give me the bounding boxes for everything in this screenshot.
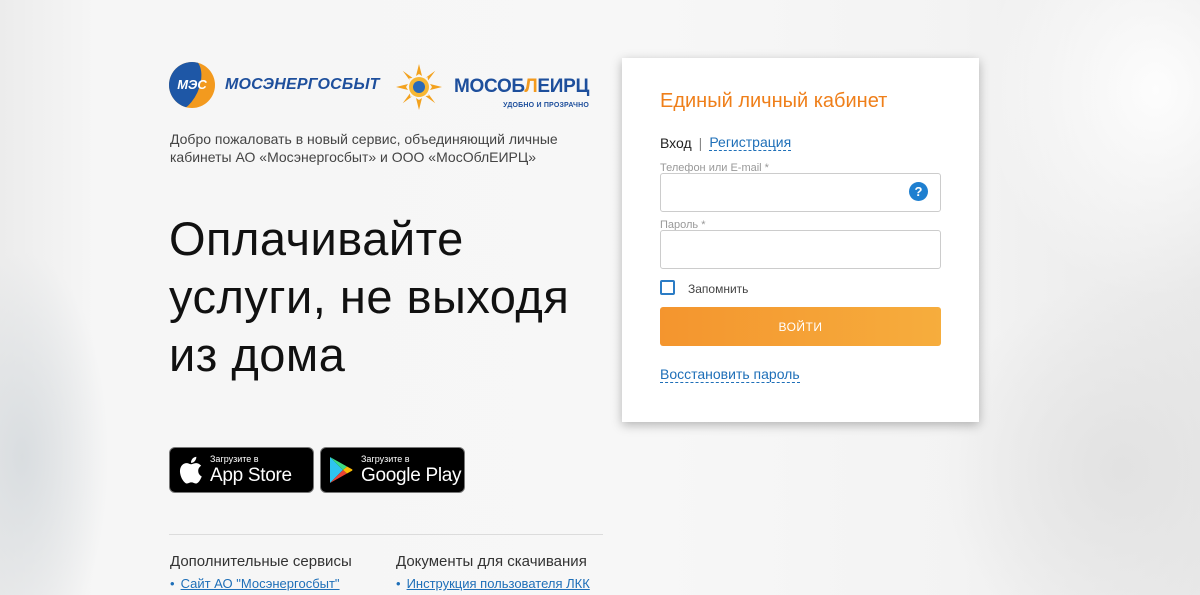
documents-title: Документы для скачивания [396,553,587,570]
user-manual-link[interactable]: • Инструкция пользователя ЛКК [396,576,590,591]
mosenergosbyt-name: МОСЭНЕРГОСБЫТ [225,76,380,93]
login-button[interactable]: ВОЙТИ [660,307,941,346]
background-blur-left [0,250,110,595]
google-play-big-text: Google Play [361,465,462,486]
mes-emblem-icon: МЭС [169,62,215,108]
mes-emblem-text: МЭС [177,77,207,92]
login-card-title: Единый личный кабинет [660,90,888,112]
google-play-button[interactable]: Загрузите в Google Play [320,447,465,493]
password-input[interactable] [660,230,941,269]
mosenergosbyt-logo[interactable]: МЭС МОСЭНЕРГОСБЫТ [169,62,380,108]
tab-login[interactable]: Вход [660,135,692,151]
help-icon[interactable]: ? [909,182,928,201]
welcome-text: Добро пожаловать в новый сервис, объедин… [170,131,558,165]
app-store-big-text: App Store [210,465,292,486]
restore-password-link[interactable]: Восстановить пароль [660,366,800,383]
bullet-icon: • [170,576,175,591]
mosobleirc-logo[interactable]: МОСОБЛЕИРЦ УДОБНО И ПРОЗРАЧНО [394,62,589,112]
google-play-small-text: Загрузите в [361,454,410,464]
app-store-button[interactable]: Загрузите в App Store [169,447,314,493]
mosobleirc-tagline: УДОБНО И ПРОЗРАЧНО [503,102,590,109]
tab-register[interactable]: Регистрация [709,134,792,151]
page-headline: Оплачивайте услуги, не выходя из дома [169,212,570,381]
login-card: Единый личный кабинет Вход | Регистрация… [622,58,979,422]
apple-icon [170,455,210,485]
footer-divider [169,534,603,535]
remember-checkbox[interactable] [660,280,675,295]
google-play-icon [321,456,361,484]
background-blur-right [940,280,1200,595]
phone-email-input[interactable] [660,173,941,212]
additional-services-title: Дополнительные сервисы [170,553,352,570]
bullet-icon: • [396,576,401,591]
app-store-small-text: Загрузите в [210,454,259,464]
remember-label[interactable]: Запомнить [688,282,748,296]
mosobleirc-name: МОСОБЛЕИРЦ [454,76,590,97]
tab-separator: | [698,134,703,151]
background-highlight-right [980,0,1200,300]
sun-emblem-icon [394,62,444,112]
mosenergosbyt-site-link[interactable]: • Сайт АО "Мосэнергосбыт" [170,576,340,591]
login-tabs: Вход | Регистрация [660,134,792,151]
